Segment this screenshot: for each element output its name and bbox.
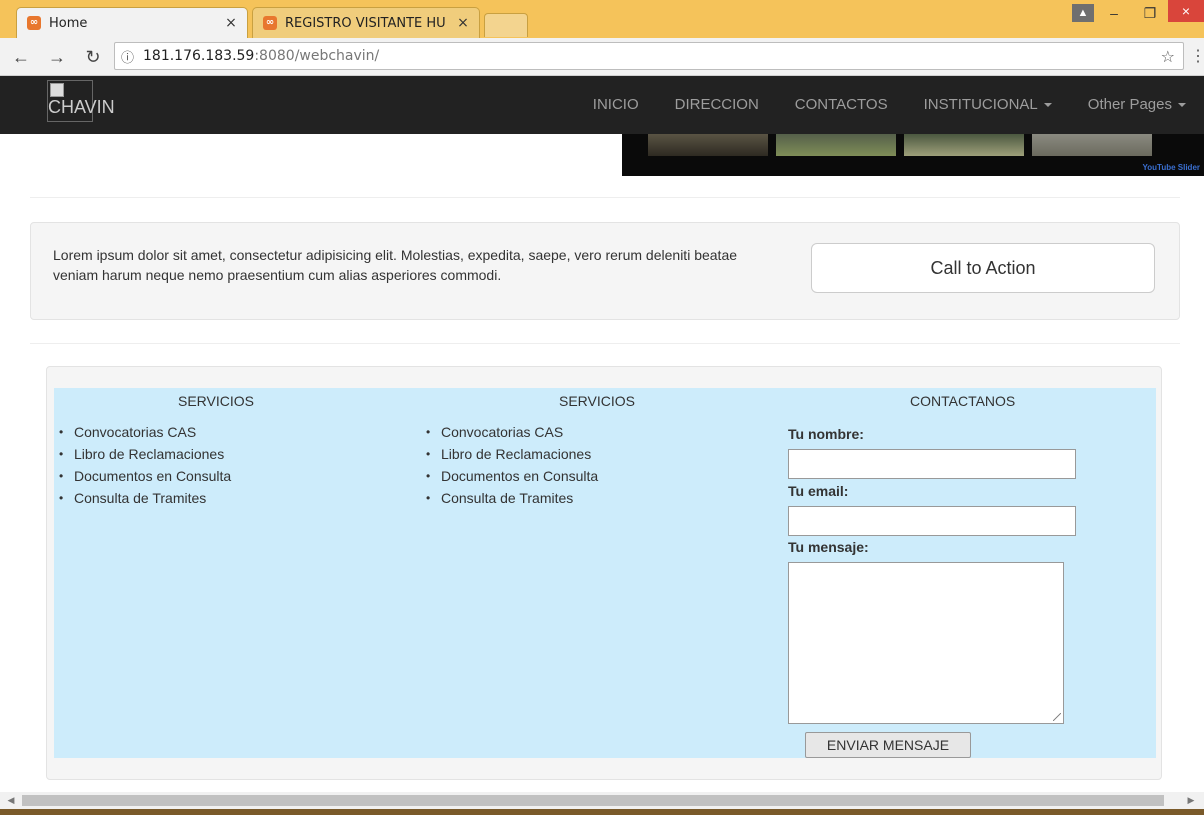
divider (30, 197, 1180, 198)
browser-titlebar: ∞ Home × ∞ REGISTRO VISITANTE HU × ▲ – ❐… (0, 0, 1204, 38)
nav-other-pages-label: Other Pages (1087, 96, 1172, 113)
caret-down-icon (1043, 103, 1052, 108)
list-item[interactable]: Consulta de Tramites (54, 487, 231, 509)
nav-institucional-label: INSTITUCIONAL (923, 96, 1038, 113)
call-to-action-well: Lorem ipsum dolor sit amet, consectetur … (30, 222, 1180, 320)
youtube-slider-label: YouTube Slider (1142, 163, 1200, 172)
name-label: Tu nombre: (788, 426, 864, 442)
scroll-right-icon[interactable]: ▶ (1184, 794, 1198, 807)
youtube-slider[interactable]: YouTube Slider (622, 134, 1204, 176)
list-item[interactable]: Consulta de Tramites (421, 487, 598, 509)
well-text: Lorem ipsum dolor sit amet, consectetur … (53, 247, 738, 283)
services-list: Convocatorias CAS Libro de Reclamaciones… (54, 421, 231, 509)
footer-panel: SERVICIOS Convocatorias CAS Libro de Rec… (54, 388, 1156, 758)
scrollbar-thumb[interactable] (22, 795, 1164, 806)
url-path: :8080/webchavin/ (254, 48, 380, 64)
site-navbar: CHAVIN INICIO DIRECCION CONTACTOS INSTIT… (0, 76, 1204, 134)
brand-text: CHAVIN (48, 97, 115, 117)
close-tab-icon[interactable]: × (455, 15, 471, 31)
forward-icon[interactable]: → (46, 46, 68, 68)
list-item[interactable]: Convocatorias CAS (421, 421, 598, 443)
list-item[interactable]: Libro de Reclamaciones (421, 443, 598, 465)
user-profile-icon[interactable]: ▲ (1072, 4, 1094, 22)
column-heading: SERVICIOS (559, 393, 635, 409)
email-label: Tu email: (788, 483, 849, 499)
tab-title: Home (49, 15, 88, 31)
send-message-button[interactable]: ENVIAR MENSAJE (805, 732, 971, 758)
url-host: 181.176.183.59 (143, 48, 255, 64)
nav-other-pages[interactable]: Other Pages (1070, 76, 1204, 134)
nav-links: INICIO DIRECCION CONTACTOS INSTITUCIONAL… (575, 76, 1204, 134)
list-item[interactable]: Documentos en Consulta (421, 465, 598, 487)
nav-inicio[interactable]: INICIO (575, 76, 657, 134)
tab-home[interactable]: ∞ Home × (16, 7, 248, 38)
minimize-icon[interactable]: – (1100, 2, 1128, 24)
restore-icon[interactable]: ❐ (1136, 2, 1164, 24)
column-heading: CONTACTANOS (910, 393, 1016, 409)
brand-logo[interactable]: CHAVIN (47, 80, 115, 122)
xampp-favicon-icon: ∞ (27, 16, 41, 30)
divider (30, 343, 1180, 344)
back-icon[interactable]: ← (10, 46, 32, 68)
video-thumbnail[interactable] (1032, 134, 1152, 156)
xampp-favicon-icon: ∞ (263, 16, 277, 30)
video-thumbnail[interactable] (648, 134, 768, 156)
reload-icon[interactable]: ↻ (82, 46, 104, 68)
nav-institucional[interactable]: INSTITUCIONAL (906, 76, 1070, 134)
close-window-icon[interactable]: × (1168, 0, 1204, 22)
call-to-action-button[interactable]: Call to Action (811, 243, 1155, 293)
close-tab-icon[interactable]: × (223, 15, 239, 31)
info-icon[interactable]: ⓘ (121, 47, 139, 66)
services-list: Convocatorias CAS Libro de Reclamaciones… (421, 421, 598, 509)
list-item[interactable]: Convocatorias CAS (54, 421, 231, 443)
video-thumbnail[interactable] (776, 134, 896, 156)
email-field[interactable] (788, 506, 1076, 536)
list-item[interactable]: Documentos en Consulta (54, 465, 231, 487)
broken-image-icon (50, 83, 64, 97)
video-thumbnail[interactable] (904, 134, 1024, 156)
scroll-left-icon[interactable]: ◀ (4, 794, 18, 807)
browser-toolbar: ← → ↻ ⓘ 181.176.183.59:8080/webchavin/ ☆… (0, 38, 1204, 76)
horizontal-scrollbar[interactable]: ◀ ▶ (0, 792, 1204, 809)
taskbar-strip (0, 809, 1204, 815)
message-label: Tu mensaje: (788, 539, 869, 555)
new-tab-button[interactable] (484, 13, 528, 37)
caret-down-icon (1178, 103, 1186, 108)
nav-contactos[interactable]: CONTACTOS (777, 76, 906, 134)
nav-direccion[interactable]: DIRECCION (657, 76, 777, 134)
menu-icon[interactable]: ⋮ (1190, 46, 1204, 66)
name-field[interactable] (788, 449, 1076, 479)
list-item[interactable]: Libro de Reclamaciones (54, 443, 231, 465)
tab-registro[interactable]: ∞ REGISTRO VISITANTE HU × (252, 7, 480, 38)
bookmark-star-icon[interactable]: ☆ (1161, 47, 1175, 66)
tab-title: REGISTRO VISITANTE HU (285, 15, 446, 31)
message-textarea[interactable] (788, 562, 1064, 724)
page-viewport: CHAVIN INICIO DIRECCION CONTACTOS INSTIT… (0, 76, 1204, 792)
address-bar[interactable]: ⓘ 181.176.183.59:8080/webchavin/ ☆ (114, 42, 1184, 70)
column-heading: SERVICIOS (178, 393, 254, 409)
